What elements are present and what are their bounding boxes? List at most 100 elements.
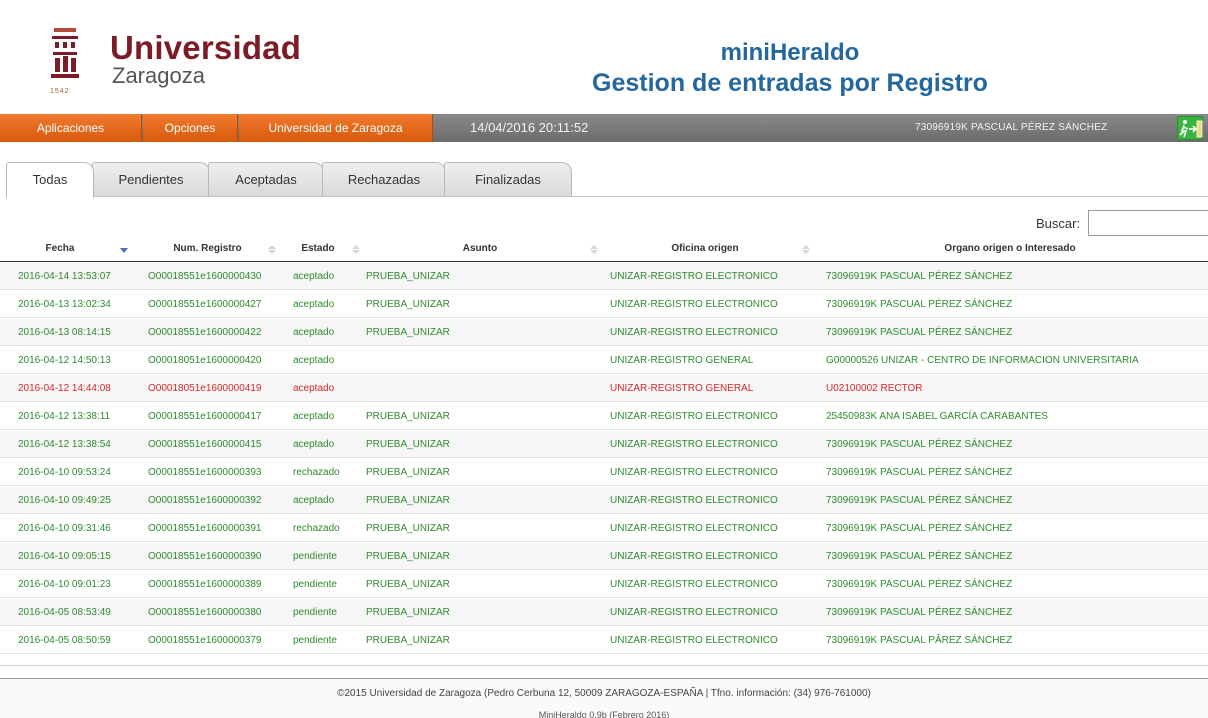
cell-oficina-origen: UNIZAR-REGISTRO ELECTRONICO (610, 271, 778, 282)
cell-asunto: PRUEBA_UNIZAR (366, 327, 450, 338)
cell-asunto: PRUEBA_UNIZAR (366, 467, 450, 478)
cell-estado: aceptado (293, 299, 335, 310)
app-subtitle: Gestion de entradas por Registro (592, 69, 988, 97)
cell-num-registro: O00018551e1600000427 (148, 299, 262, 310)
cell-oficina-origen: UNIZAR-REGISTRO ELECTRONICO (610, 607, 778, 618)
cell-num-registro: O00018551e1600000390 (148, 551, 262, 562)
session-datetime: 14/04/2016 20:11:52 (470, 120, 589, 135)
table-row[interactable]: 2016-04-10 09:05:15 O00018551e1600000390 p… (0, 543, 1208, 570)
table-row[interactable]: 2016-04-13 13:02:34 O00018551e1600000427 a… (0, 291, 1208, 318)
cell-num-registro: O00018051e1600000420 (148, 355, 262, 366)
cell-fecha: 2016-04-05 08:53:49 (18, 607, 111, 618)
status-tabs: Todas Pendientes Aceptadas Rechazadas Fi… (6, 162, 1208, 198)
cell-organo-origen: U02100002 RECTOR (826, 383, 923, 394)
cell-estado: aceptado (293, 439, 335, 450)
table-row[interactable]: 2016-04-12 14:50:13 O00018051e1600000420 a… (0, 347, 1208, 374)
table-row[interactable]: 2016-04-10 09:49:25 O00018551e1600000392 a… (0, 487, 1208, 514)
col-oficina-origen[interactable]: Oficina origen (640, 236, 770, 262)
menu-opciones[interactable]: Opciones (143, 114, 238, 142)
col-num-registro[interactable]: Num. Registro (150, 236, 265, 262)
cell-organo-origen: G00000526 UNIZAR - CENTRO DE INFORMACION… (826, 355, 1139, 366)
crest-icon (51, 28, 79, 78)
search-label: Buscar: (1036, 216, 1081, 231)
cell-fecha: 2016-04-10 09:53:24 (18, 467, 111, 478)
cell-organo-origen: 73096919K PASCUAL PÉREZ SÁNCHEZ (826, 439, 1013, 450)
cell-organo-origen: 25450983K ANA ISABEL GARCÍA CARABANTES (826, 411, 1048, 422)
cell-organo-origen: 73096919K PASCUAL PÉREZ SÁNCHEZ (826, 551, 1013, 562)
cell-organo-origen: 73096919K PASCUAL PÉREZ SÁNCHEZ (826, 327, 1013, 338)
table-header: Fecha Num. Registro Estado Asunto Oficin… (0, 236, 1208, 262)
cell-oficina-origen: UNIZAR-REGISTRO GENERAL (610, 383, 754, 394)
cell-num-registro: O00018551e1600000380 (148, 607, 262, 618)
logout-button[interactable] (1177, 116, 1203, 140)
logo-university-text: Universidad (110, 29, 302, 66)
tab-pendientes[interactable]: Pendientes (92, 162, 210, 196)
sort-icon[interactable] (352, 245, 360, 254)
tab-todas[interactable]: Todas (6, 162, 94, 198)
cell-asunto: PRUEBA_UNIZAR (366, 607, 450, 618)
cell-estado: rechazado (293, 523, 340, 534)
cell-estado: aceptado (293, 495, 335, 506)
menu-universidad[interactable]: Universidad de Zaragoza (239, 114, 433, 142)
cell-estado: pendiente (293, 635, 337, 646)
cell-estado: pendiente (293, 607, 337, 618)
table-row[interactable]: 2016-04-05 08:53:49 O00018551e1600000380 p… (0, 599, 1208, 626)
footer-address: ©2015 Universidad de Zaragoza (Pedro Cer… (337, 688, 871, 699)
cell-fecha: 2016-04-10 09:49:25 (18, 495, 111, 506)
col-fecha[interactable]: Fecha (20, 236, 100, 262)
table-row[interactable]: 2016-04-10 09:31:46 O00018551e1600000391 r… (0, 515, 1208, 542)
col-estado[interactable]: Estado (288, 236, 348, 262)
cell-fecha: 2016-04-12 13:38:11 (18, 411, 111, 422)
search-input[interactable] (1088, 210, 1208, 236)
cell-num-registro: O00018551e1600000389 (148, 579, 262, 590)
tab-finalizadas[interactable]: Finalizadas (444, 162, 572, 196)
university-logo[interactable]: 1542 Universidad Zaragoza (40, 26, 302, 96)
tabs-divider (6, 196, 1208, 197)
table-row[interactable]: 2016-04-05 08:50:59 O00018551e1600000379 p… (0, 627, 1208, 654)
cell-asunto: PRUEBA_UNIZAR (366, 635, 450, 646)
table-row[interactable]: 2016-04-10 09:53:24 O00018551e1600000393 r… (0, 459, 1208, 486)
table-row[interactable]: 2016-04-13 08:14:15 O00018551e1600000422 a… (0, 319, 1208, 346)
cell-asunto: PRUEBA_UNIZAR (366, 523, 450, 534)
sort-icon[interactable] (268, 245, 276, 254)
cell-estado: aceptado (293, 355, 335, 366)
cell-fecha: 2016-04-12 14:50:13 (18, 355, 111, 366)
cell-organo-origen: 73096919K PASCUAL PÉREZ SÁNCHEZ (826, 299, 1013, 310)
crest-year: 1542 (50, 88, 70, 95)
table-row[interactable]: 2016-04-12 13:38:54 O00018551e1600000415 a… (0, 431, 1208, 458)
logged-user: 73096919K PASCUAL PÉREZ SÁNCHEZ (915, 122, 1108, 133)
cell-oficina-origen: UNIZAR-REGISTRO ELECTRONICO (610, 327, 778, 338)
tab-aceptadas[interactable]: Aceptadas (208, 162, 324, 196)
sort-icon[interactable] (590, 245, 598, 254)
cell-oficina-origen: UNIZAR-REGISTRO GENERAL (610, 355, 754, 366)
cell-asunto: PRUEBA_UNIZAR (366, 551, 450, 562)
top-navbar: Aplicaciones Opciones Universidad de Zar… (0, 114, 1208, 142)
cell-num-registro: O00018551e1600000391 (148, 523, 262, 534)
cell-oficina-origen: UNIZAR-REGISTRO ELECTRONICO (610, 635, 778, 646)
table-row[interactable]: 2016-04-14 13:53:07 O00018551e1600000430 a… (0, 263, 1208, 290)
sort-icon[interactable] (802, 245, 810, 254)
cell-fecha: 2016-04-12 13:38:54 (18, 439, 111, 450)
table-row[interactable]: 2016-04-10 09:01:23 O00018551e1600000389 p… (0, 571, 1208, 598)
cell-organo-origen: 73096919K PASCUAL PÉREZ SÁNCHEZ (826, 607, 1013, 618)
col-asunto[interactable]: Asunto (440, 236, 520, 262)
app-name: miniHeraldo (720, 39, 860, 66)
menu-aplicaciones[interactable]: Aplicaciones (0, 114, 142, 142)
table-row[interactable]: 2016-04-12 13:38:11 O00018551e1600000417 a… (0, 403, 1208, 430)
cell-estado: aceptado (293, 271, 335, 282)
table-row[interactable]: 2016-04-12 14:44:08 O00018051e1600000419 a… (0, 375, 1208, 402)
col-organo-origen[interactable]: Organo origen o Interesado (920, 236, 1100, 262)
cell-estado: rechazado (293, 467, 340, 478)
cell-fecha: 2016-04-10 09:05:15 (18, 551, 111, 562)
tab-rechazadas[interactable]: Rechazadas (322, 162, 446, 196)
cell-asunto: PRUEBA_UNIZAR (366, 299, 450, 310)
cell-oficina-origen: UNIZAR-REGISTRO ELECTRONICO (610, 439, 778, 450)
cell-asunto: PRUEBA_UNIZAR (366, 579, 450, 590)
cell-fecha: 2016-04-13 08:14:15 (18, 327, 111, 338)
cell-estado: pendiente (293, 579, 337, 590)
exit-icon (1179, 120, 1203, 138)
table-bottom-rule (0, 665, 1208, 666)
cell-fecha: 2016-04-10 09:01:23 (18, 579, 111, 590)
cell-estado: pendiente (293, 551, 337, 562)
sort-desc-icon[interactable] (120, 245, 128, 254)
